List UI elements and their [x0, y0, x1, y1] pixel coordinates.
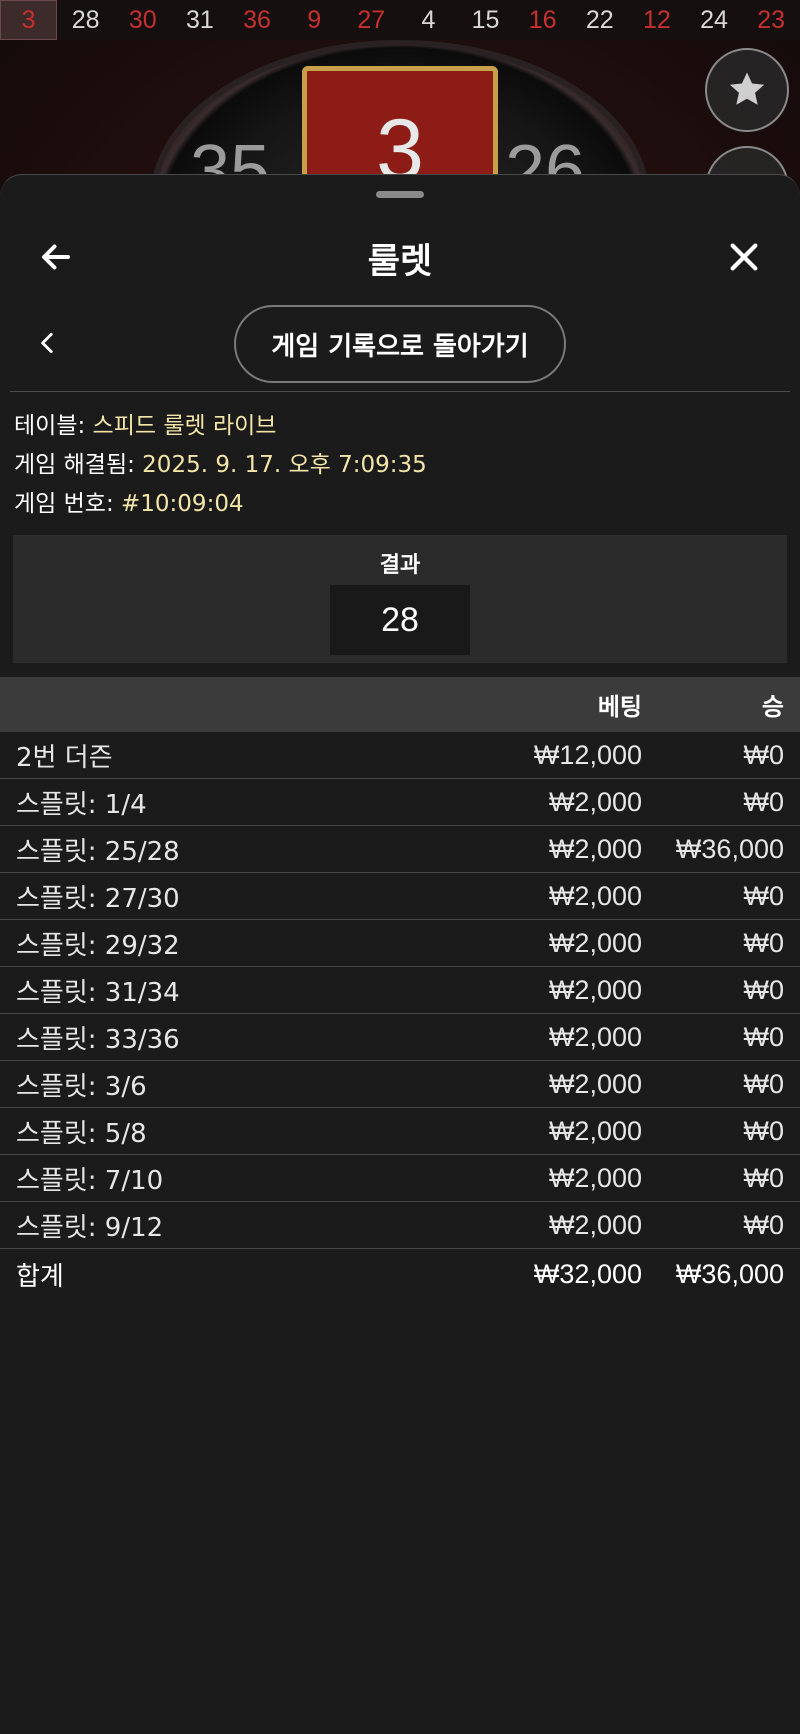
- bet-amount: ₩2,000: [548, 1209, 642, 1240]
- bet-name: 스플릿: 27/30: [16, 883, 180, 914]
- history-result: 24: [700, 5, 728, 34]
- win-amount: ₩0: [743, 786, 785, 817]
- close-button[interactable]: [722, 235, 766, 279]
- chevron-left-icon: [41, 332, 53, 354]
- table-row: 스플릿: 1/4 ₩2,000 ₩0: [0, 779, 800, 826]
- history-result: 9: [307, 5, 322, 34]
- sheet-header: 룰렛: [0, 215, 800, 295]
- results-history-strip: 3 28 30 31 36 9 27 4 15 16 22 12 24 23: [0, 0, 800, 40]
- bet-amount: ₩2,000: [548, 1162, 642, 1193]
- win-amount: ₩0: [743, 739, 785, 770]
- table-row: 스플릿: 7/10 ₩2,000 ₩0: [0, 1155, 800, 1202]
- win-amount: ₩0: [743, 1115, 785, 1146]
- bet-amount: ₩2,000: [548, 880, 642, 911]
- game-number-info-line: 게임 번호: #10:09:04: [14, 485, 794, 524]
- bets-table-body: 2번 더즌 ₩12,000 ₩0 스플릿: 1/4 ₩2,000 ₩0 스플릿: 25/28…: [0, 732, 800, 1249]
- history-result: 16: [528, 5, 557, 34]
- win-amount: ₩0: [743, 1209, 785, 1240]
- win-amount: ₩0: [743, 1068, 785, 1099]
- game-history-sheet: 룰렛 게임 기록으로 돌아가기 테이블: 스피드 룰렛 라이브 게임 해결됨: …: [0, 174, 800, 1734]
- win-amount: ₩0: [743, 974, 785, 1005]
- table-row: 스플릿: 27/30 ₩2,000 ₩0: [0, 873, 800, 920]
- total-row: 합계 ₩32,000 ₩36,000: [0, 1249, 800, 1299]
- table-row: 스플릿: 3/6 ₩2,000 ₩0: [0, 1061, 800, 1108]
- history-result: 28: [71, 5, 100, 34]
- favorite-button[interactable]: [705, 48, 789, 132]
- table-value: 스피드 룰렛 라이브: [92, 413, 277, 439]
- table-info-line: 테이블: 스피드 룰렛 라이브: [14, 407, 794, 446]
- history-result: 30: [128, 5, 157, 34]
- bets-table-header: 베팅 승: [0, 677, 800, 732]
- total-label: 합계: [16, 1261, 64, 1292]
- table-row: 스플릿: 25/28 ₩2,000 ₩36,000: [0, 826, 800, 873]
- bet-name: 스플릿: 3/6: [16, 1071, 147, 1102]
- bet-amount: ₩2,000: [548, 974, 642, 1005]
- bet-name: 스플릿: 25/28: [16, 836, 180, 867]
- game-number-value: #10:09:04: [121, 491, 244, 517]
- history-result: 3: [0, 0, 58, 40]
- header-bet: 베팅: [597, 693, 642, 721]
- divider: [10, 391, 790, 392]
- result-label: 결과: [379, 553, 421, 578]
- win-amount: ₩0: [743, 1021, 785, 1052]
- win-amount: ₩0: [743, 880, 785, 911]
- win-amount: ₩0: [743, 1162, 785, 1193]
- star-icon: [729, 72, 765, 105]
- history-result: 15: [471, 5, 500, 34]
- game-info: 테이블: 스피드 룰렛 라이브 게임 해결됨: 2025. 9. 17. 오후 …: [14, 407, 794, 524]
- result-value: 28: [330, 585, 470, 655]
- history-result: 27: [357, 5, 386, 34]
- return-to-history-button[interactable]: 게임 기록으로 돌아가기: [234, 305, 566, 383]
- history-result: 36: [243, 5, 271, 34]
- bet-amount: ₩2,000: [548, 1068, 642, 1099]
- bet-amount: ₩2,000: [548, 786, 642, 817]
- bets-table: 베팅 승 2번 더즌 ₩12,000 ₩0 스플릿: 1/4 ₩2,000 ₩0 스플릿: …: [0, 677, 800, 1299]
- table-row: 스플릿: 31/34 ₩2,000 ₩0: [0, 967, 800, 1014]
- bet-amount: ₩12,000: [533, 739, 642, 770]
- table-row: 스플릿: 29/32 ₩2,000 ₩0: [0, 920, 800, 967]
- bet-amount: ₩2,000: [548, 927, 642, 958]
- bet-name: 스플릿: 31/34: [16, 977, 180, 1008]
- bet-amount: ₩2,000: [548, 1115, 642, 1146]
- table-row: 스플릿: 5/8 ₩2,000 ₩0: [0, 1108, 800, 1155]
- game-number-label: 게임 번호:: [14, 491, 122, 517]
- result-box: 결과 28: [13, 535, 787, 663]
- sheet-title: 룰렛: [367, 242, 433, 282]
- resolved-label: 게임 해결됨:: [14, 452, 143, 478]
- history-result: 23: [757, 5, 786, 34]
- table-row: 스플릿: 9/12 ₩2,000 ₩0: [0, 1202, 800, 1249]
- sub-navigation: 게임 기록으로 돌아가기: [0, 303, 800, 385]
- total-win: ₩36,000: [675, 1258, 784, 1289]
- resolved-info-line: 게임 해결됨: 2025. 9. 17. 오후 7:09:35: [14, 446, 794, 485]
- bet-name: 스플릿: 9/12: [16, 1212, 164, 1243]
- bet-name: 스플릿: 29/32: [16, 930, 180, 961]
- close-icon: [730, 243, 758, 271]
- winning-pocket: 3: [302, 66, 498, 198]
- table-row: 2번 더즌 ₩12,000 ₩0: [0, 732, 800, 779]
- previous-game-button[interactable]: [28, 323, 68, 363]
- history-result: 4: [421, 5, 436, 34]
- table-row: 스플릿: 33/36 ₩2,000 ₩0: [0, 1014, 800, 1061]
- bet-name: 스플릿: 7/10: [16, 1165, 164, 1196]
- sheet-grabber[interactable]: [376, 191, 424, 198]
- win-amount: ₩0: [743, 927, 785, 958]
- bet-name: 스플릿: 1/4: [16, 789, 147, 820]
- bet-name: 스플릿: 5/8: [16, 1118, 147, 1149]
- resolved-value: 2025. 9. 17. 오후 7:09:35: [142, 452, 427, 478]
- history-result: 31: [186, 5, 214, 34]
- bet-amount: ₩2,000: [548, 1021, 642, 1052]
- bet-amount: ₩2,000: [548, 833, 642, 864]
- win-amount: ₩36,000: [675, 833, 784, 864]
- bet-name: 2번 더즌: [16, 742, 113, 773]
- bet-name: 스플릿: 33/36: [16, 1024, 180, 1055]
- header-win: 승: [761, 693, 784, 721]
- history-result: 22: [585, 5, 614, 34]
- table-label: 테이블:: [14, 413, 93, 439]
- history-result: 12: [643, 5, 671, 34]
- total-bet: ₩32,000: [533, 1258, 642, 1289]
